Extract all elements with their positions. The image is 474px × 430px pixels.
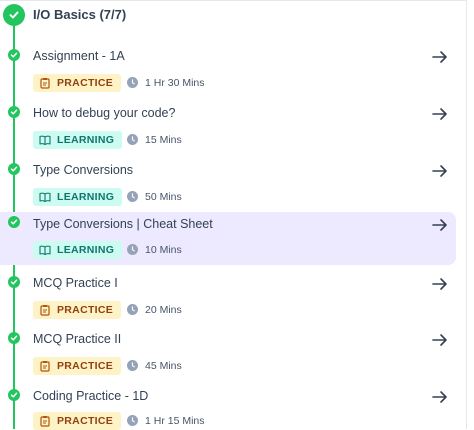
topic-title: Coding Practice - 1D [33,389,149,403]
clipboard-icon [40,78,50,89]
topic-title: Assignment - 1A [33,49,125,63]
topic-item-coding-practice-1d[interactable]: Coding Practice - 1D PRACTICE 1 Hr 15 Mi… [0,385,456,430]
topic-item-debug-code[interactable]: How to debug your code? LEARNING 15 Mins [0,102,456,154]
section-title: I/O Basics (7/7) [33,7,127,22]
topic-duration: 15 Mins [145,134,182,146]
arrow-right-icon[interactable] [430,215,450,235]
topic-title: Type Conversions | Cheat Sheet [33,217,213,231]
topic-item-assignment-1a[interactable]: Assignment - 1A PRACTICE 1 Hr 30 Mins [0,45,456,97]
topic-title: How to debug your code? [33,106,176,120]
practice-badge: PRACTICE [33,301,122,319]
arrow-right-icon[interactable] [430,161,450,181]
topic-duration: 45 Mins [145,360,182,372]
clipboard-icon [40,305,50,316]
check-circle-icon [8,106,20,118]
learning-badge: LEARNING [33,131,123,149]
clipboard-icon [40,416,50,427]
badge-label: PRACTICE [57,360,114,372]
practice-badge: PRACTICE [33,412,122,430]
clock-icon [127,360,138,371]
badge-label: LEARNING [57,134,115,146]
practice-badge: PRACTICE [33,357,122,375]
clock-icon [127,415,138,426]
arrow-right-icon[interactable] [430,274,450,294]
course-topic-panel: I/O Basics (7/7) Assignment - 1A PRACTIC… [0,0,467,430]
check-circle-icon [8,389,20,401]
topic-title: MCQ Practice II [33,332,122,346]
clock-icon [127,244,138,255]
topic-duration: 10 Mins [145,244,182,256]
clock-icon [127,134,138,145]
practice-badge: PRACTICE [33,74,122,92]
topic-item-type-conversions[interactable]: Type Conversions LEARNING 50 Mins [0,159,456,211]
topic-item-mcq-practice-1[interactable]: MCQ Practice I PRACTICE 20 Mins [0,272,456,324]
arrow-right-icon[interactable] [430,104,450,124]
topic-duration: 1 Hr 30 Mins [145,77,205,89]
badge-label: PRACTICE [57,77,114,89]
learning-badge: LEARNING [33,241,123,259]
clipboard-icon [40,361,50,372]
check-circle-icon [8,216,20,228]
badge-label: LEARNING [57,244,115,256]
clock-icon [127,304,138,315]
topic-title: Type Conversions [33,163,134,177]
arrow-right-icon[interactable] [430,47,450,67]
clock-icon [127,77,138,88]
topic-item-mcq-practice-2[interactable]: MCQ Practice II PRACTICE 45 Mins [0,328,456,380]
topic-item-type-conversions-cheat-sheet[interactable]: Type Conversions | Cheat Sheet LEARNING … [0,212,456,265]
learning-badge: LEARNING [33,188,123,206]
check-circle-icon [8,163,20,175]
topic-duration: 1 Hr 15 Mins [145,415,205,427]
badge-label: LEARNING [57,191,115,203]
arrow-right-icon[interactable] [430,330,450,350]
topic-duration: 20 Mins [145,304,182,316]
book-icon [39,135,51,146]
book-icon [39,192,51,203]
clock-icon [127,191,138,202]
arrow-right-icon[interactable] [430,387,450,407]
topic-duration: 50 Mins [145,191,182,203]
section-complete-icon [3,4,25,26]
check-circle-icon [8,276,20,288]
badge-label: PRACTICE [57,304,114,316]
check-circle-icon [8,49,20,61]
book-icon [39,245,51,256]
check-circle-icon [8,332,20,344]
badge-label: PRACTICE [57,415,114,427]
topic-title: MCQ Practice I [33,276,118,290]
